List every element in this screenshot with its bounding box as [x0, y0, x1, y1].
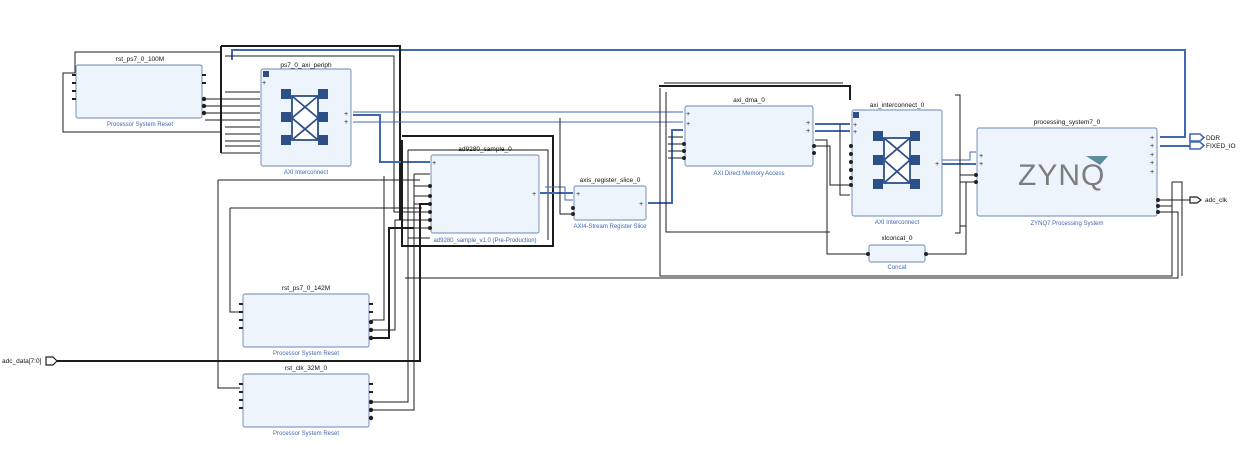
svg-text:+: +	[639, 201, 643, 209]
crossbar-icon	[281, 89, 328, 145]
output-pins[interactable]	[201, 74, 207, 116]
svg-text:+: +	[686, 111, 690, 119]
svg-text:+: +	[1150, 143, 1154, 151]
block-body[interactable]	[430, 154, 540, 234]
block-rst-ps7-0-142m[interactable]: rst_ps7_0_142M Processor System Reset	[239, 285, 374, 357]
block-title: processing_system7_0	[1034, 119, 1101, 126]
block-ad9280-sample-0[interactable]: ad9280_sample_0 ad9280_sample_v1.0 (Pre-…	[428, 146, 540, 244]
block-title: axi_dma_0	[733, 97, 765, 104]
block-title: ps7_0_axi_periph	[280, 62, 332, 69]
block-title: rst_ps7_0_100M	[116, 56, 164, 63]
block-processing-system7-0[interactable]: processing_system7_0 ZYNQ7 Processing Sy…	[974, 119, 1160, 227]
block-subtitle: AXI Interconnect	[284, 170, 329, 176]
svg-text:+: +	[979, 161, 983, 169]
svg-text:+: +	[1150, 169, 1154, 177]
block-title: axi_interconnect_0	[870, 102, 925, 109]
block-body[interactable]	[242, 293, 370, 348]
svg-text:+: +	[806, 120, 810, 128]
block-body[interactable]	[573, 185, 647, 221]
external-port-ddr[interactable]: DDR	[1189, 133, 1220, 142]
block-title: rst_ps7_0_142M	[282, 285, 330, 292]
block-body[interactable]	[75, 64, 203, 119]
block-title: xlconcat_0	[881, 235, 912, 242]
svg-text:+: +	[686, 121, 690, 129]
block-ps7-0-axi-periph[interactable]: ps7_0_axi_periph AXI Interconnect + + +	[260, 62, 352, 176]
zynq-logo: ZYNQ	[1018, 159, 1105, 192]
port-label: FIXED_IO	[1206, 143, 1236, 150]
external-port-adc-data[interactable]: adc_data[7:0]	[2, 356, 58, 366]
svg-text:+: +	[806, 128, 810, 136]
block-subtitle: Processor System Reset	[107, 122, 173, 128]
output-pins[interactable]: +	[532, 191, 536, 199]
external-port-adc-clk[interactable]: adc_clk	[1189, 196, 1228, 204]
block-rst-ps7-0-100m[interactable]: rst_ps7_0_100M Processor System Reset	[72, 56, 207, 128]
block-body[interactable]	[684, 105, 814, 167]
block-body[interactable]	[868, 244, 926, 263]
block-axis-register-slice-0[interactable]: axis_register_slice_0 AXI4-Stream Regist…	[571, 177, 647, 230]
svg-text:+: +	[935, 161, 939, 169]
svg-text:+: +	[344, 111, 348, 119]
block-title: axis_register_slice_0	[580, 177, 641, 184]
block-subtitle: Concat	[887, 265, 906, 271]
svg-text:+: +	[432, 160, 436, 168]
block-subtitle: ad9280_sample_v1.0 (Pre-Production)	[433, 238, 536, 244]
svg-text:+: +	[576, 191, 580, 199]
block-body[interactable]	[242, 373, 370, 428]
block-design-canvas[interactable]: rst_ps7_0_100M Processor System Reset ps…	[0, 0, 1240, 449]
master-bus-pin[interactable]: + +	[344, 111, 348, 127]
block-subtitle: Processor System Reset	[273, 431, 339, 437]
svg-text:+: +	[979, 153, 983, 161]
svg-text:+: +	[262, 80, 266, 88]
block-subtitle: AXI4-Stream Register Slice	[573, 224, 647, 230]
external-port-fixed-io[interactable]: FIXED_IO	[1160, 141, 1236, 150]
svg-text:+: +	[1150, 152, 1154, 160]
block-subtitle: Processor System Reset	[273, 351, 339, 357]
block-subtitle: ZYNQ7 Processing System	[1030, 221, 1103, 227]
block-subtitle: AXI Interconnect	[875, 220, 920, 226]
svg-text:+: +	[532, 191, 536, 199]
block-axi-dma-0[interactable]: axi_dma_0 AXI Direct Memory Access + + +…	[682, 97, 816, 177]
crossbar-icon	[873, 131, 920, 189]
block-axi-interconnect-0[interactable]: axi_interconnect_0 AXI Interconnect + + …	[849, 102, 943, 226]
port-label: adc_clk	[1205, 197, 1228, 204]
block-title: rst_clk_32M_0	[285, 365, 328, 372]
svg-text:+: +	[853, 129, 857, 137]
block-title: ad9280_sample_0	[458, 146, 512, 153]
svg-text:+: +	[1150, 160, 1154, 168]
block-subtitle: AXI Direct Memory Access	[713, 171, 784, 177]
block-xlconcat-0[interactable]: xlconcat_0 Concat	[866, 235, 928, 271]
port-label: adc_data[7:0]	[2, 358, 42, 365]
block-rst-clk-32m-0[interactable]: rst_clk_32M_0 Processor System Reset	[239, 365, 374, 437]
svg-text:+: +	[1150, 135, 1154, 143]
port-label: DDR	[1206, 135, 1220, 142]
input-pins[interactable]	[72, 74, 76, 100]
svg-text:+: +	[344, 119, 348, 127]
